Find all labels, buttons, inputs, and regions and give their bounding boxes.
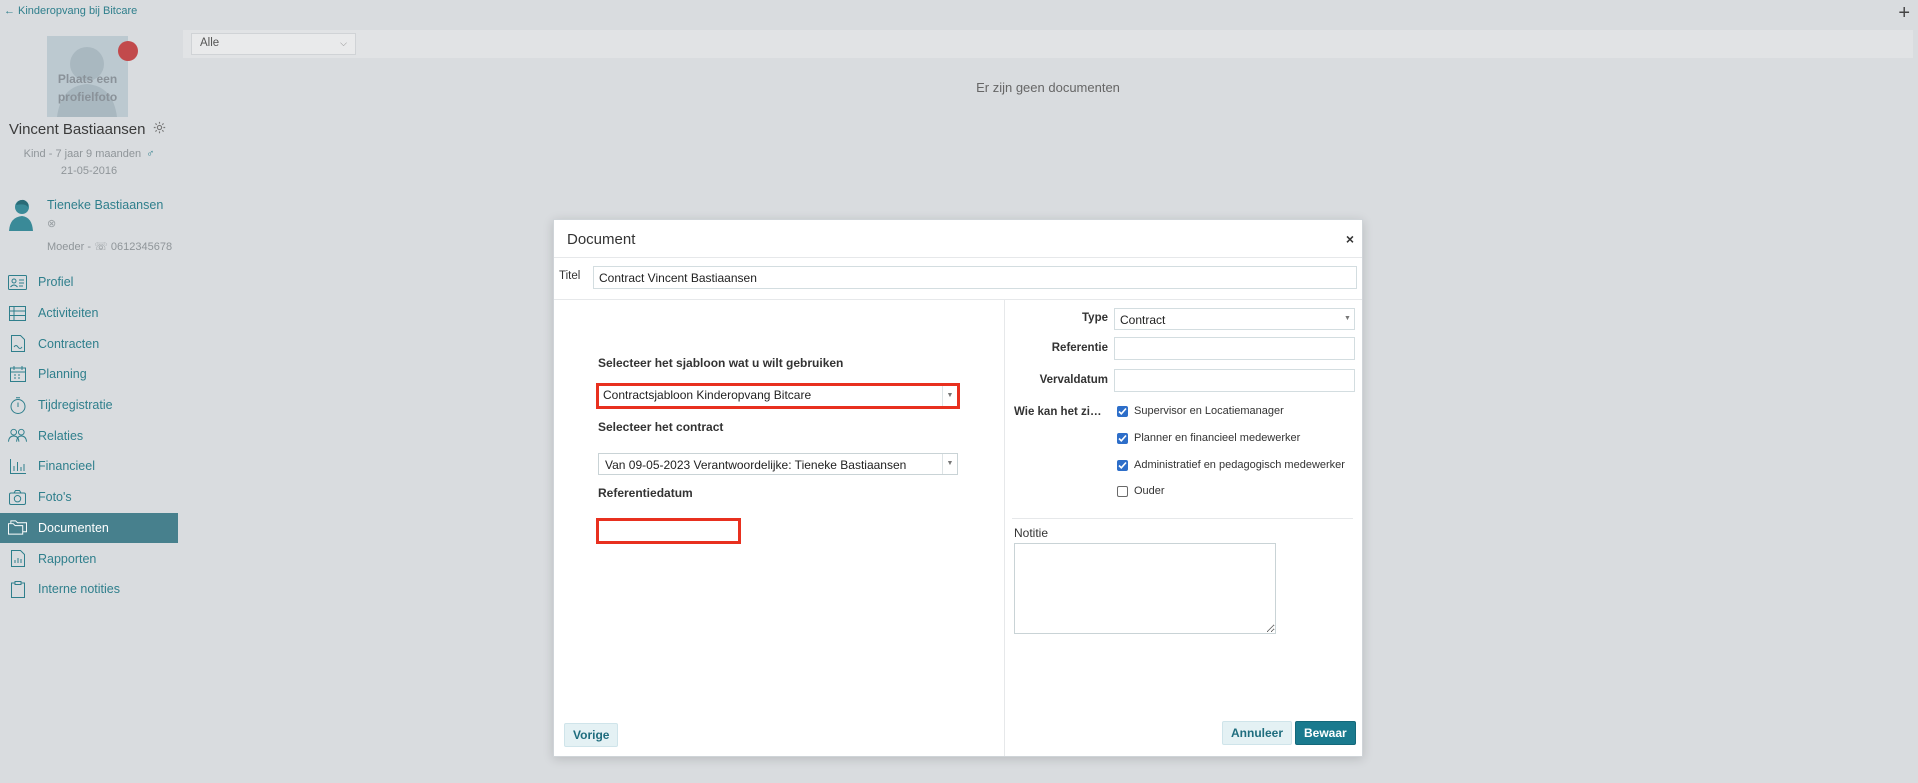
parent-phone: 0612345678 [110,241,173,253]
titel-label: Titel [559,270,581,282]
divider [1012,518,1353,519]
sidebar-item-interne-notities[interactable]: Interne notities [0,574,178,605]
divider [554,299,1362,300]
visibility-option[interactable]: Planner en financieel medewerker [1117,432,1300,444]
empty-documents-message: Er zijn geen documenten [976,80,1120,95]
type-label: Type [1082,312,1108,324]
titel-input[interactable] [593,266,1357,289]
refdate-input[interactable] [596,518,741,544]
contract-label: Selecteer het contract [598,420,724,434]
stopwatch-icon [8,396,27,414]
parent-avatar-icon [5,197,35,234]
filter-select[interactable]: Alle ⌵ [191,33,356,55]
vervaldatum-input[interactable] [1114,369,1355,392]
visibility-option[interactable]: Supervisor en Locatiemanager [1117,405,1284,417]
parent-meta: Moeder - ☏ 0612345678 [47,241,173,253]
sidebar-item-financieel[interactable]: Financieel [0,451,178,482]
filter-bar: Alle ⌵ [183,30,1913,58]
child-meta: Kind - 7 jaar 9 maanden ♂ 21-05-2016 [0,146,178,180]
visibility-label: Wie kan het zi… [1014,406,1102,418]
folder-icon [8,519,27,536]
chevron-down-icon: ⌵ [340,38,347,48]
sidebar-item-rapporten[interactable]: Rapporten [0,543,178,574]
prev-button[interactable]: Vorige [564,723,619,747]
sidebar-item-contracten[interactable]: Contracten [0,328,178,359]
avatar-placeholder-text: Plaats een profielfoto [57,72,118,104]
notitie-label: Notitie [1014,526,1049,540]
checkbox-checked[interactable] [1117,405,1128,417]
template-select[interactable]: Contractsjabloon Kinderopvang Bitcare ▼ [596,383,960,409]
sidebar-item-fotos[interactable]: Foto's [0,482,178,513]
referentie-label: Referentie [1051,342,1108,354]
contract-icon [8,335,27,353]
profile-card-icon [8,274,27,291]
report-icon [8,550,27,568]
modal-title: Document [567,231,636,248]
sidebar-item-relaties[interactable]: Relaties [0,420,178,451]
referentie-input[interactable] [1114,337,1355,360]
back-link[interactable]: ← Kinderopvang bij Bitcare [4,5,137,17]
child-birthdate: 21-05-2016 [60,165,118,177]
contract-select[interactable]: Van 09-05-2023 Verantwoordelijke: Tienek… [598,453,958,475]
divider [554,257,1362,258]
dropdown-arrow-icon: ▼ [942,454,957,474]
vertical-divider [1004,300,1005,756]
phone-icon: ☏ [94,241,108,253]
child-role-age: Kind - 7 jaar 9 maanden [23,148,142,160]
male-icon: ♂ [146,148,155,160]
clipboard-icon [8,580,27,598]
dropdown-arrow-icon: ▼ [942,386,957,406]
type-select[interactable]: Contract ▼ [1114,308,1355,330]
parent-name-link[interactable]: Tieneke Bastiaansen [47,198,163,212]
people-icon [8,427,27,444]
add-document-button[interactable]: + [1898,2,1910,25]
child-name: Vincent Bastiaansen [9,121,166,138]
sidebar-nav: Profiel Activiteiten Contracten Planning… [0,267,178,605]
sidebar-item-documenten[interactable]: Documenten [0,512,178,544]
calendar-icon [8,366,27,383]
arrow-left-icon: ← [4,5,15,17]
sidebar-item-planning[interactable]: Planning [0,359,178,390]
notitie-textarea[interactable] [1014,543,1276,634]
sidebar-item-activiteiten[interactable]: Activiteiten [0,298,178,329]
close-icon[interactable]: × [1346,231,1354,247]
gear-icon[interactable] [153,121,166,138]
table-icon [8,305,27,322]
sidebar-item-profiel[interactable]: Profiel [0,267,178,298]
checkbox-unchecked[interactable] [1117,485,1128,497]
refdate-label: Referentiedatum [598,486,693,500]
checkbox-checked[interactable] [1117,459,1128,471]
checkbox-checked[interactable] [1117,432,1128,444]
camera-icon [8,489,27,506]
sidebar: ← Kinderopvang bij Bitcare Plaats een pr… [0,0,178,783]
back-link-label: Kinderopvang bij Bitcare [18,5,138,17]
save-button[interactable]: Bewaar [1295,721,1356,745]
sidebar-item-tijdregistratie[interactable]: Tijdregistratie [0,390,178,421]
visibility-option[interactable]: Ouder [1117,485,1165,497]
template-label: Selecteer het sjabloon wat u wilt gebrui… [598,356,844,370]
bar-chart-icon [8,458,27,475]
document-modal: Document × Titel Selecteer het sjabloon … [553,219,1363,757]
visibility-option[interactable]: Administratief en pedagogisch medewerker [1117,459,1345,471]
avatar-placeholder[interactable]: Plaats een profielfoto [47,36,128,117]
dropdown-arrow-icon: ▼ [1344,315,1351,322]
cancel-button[interactable]: Annuleer [1222,721,1293,745]
unlink-icon[interactable]: ⊗ [47,217,56,230]
status-dot [118,41,138,61]
vervaldatum-label: Vervaldatum [1039,374,1108,386]
